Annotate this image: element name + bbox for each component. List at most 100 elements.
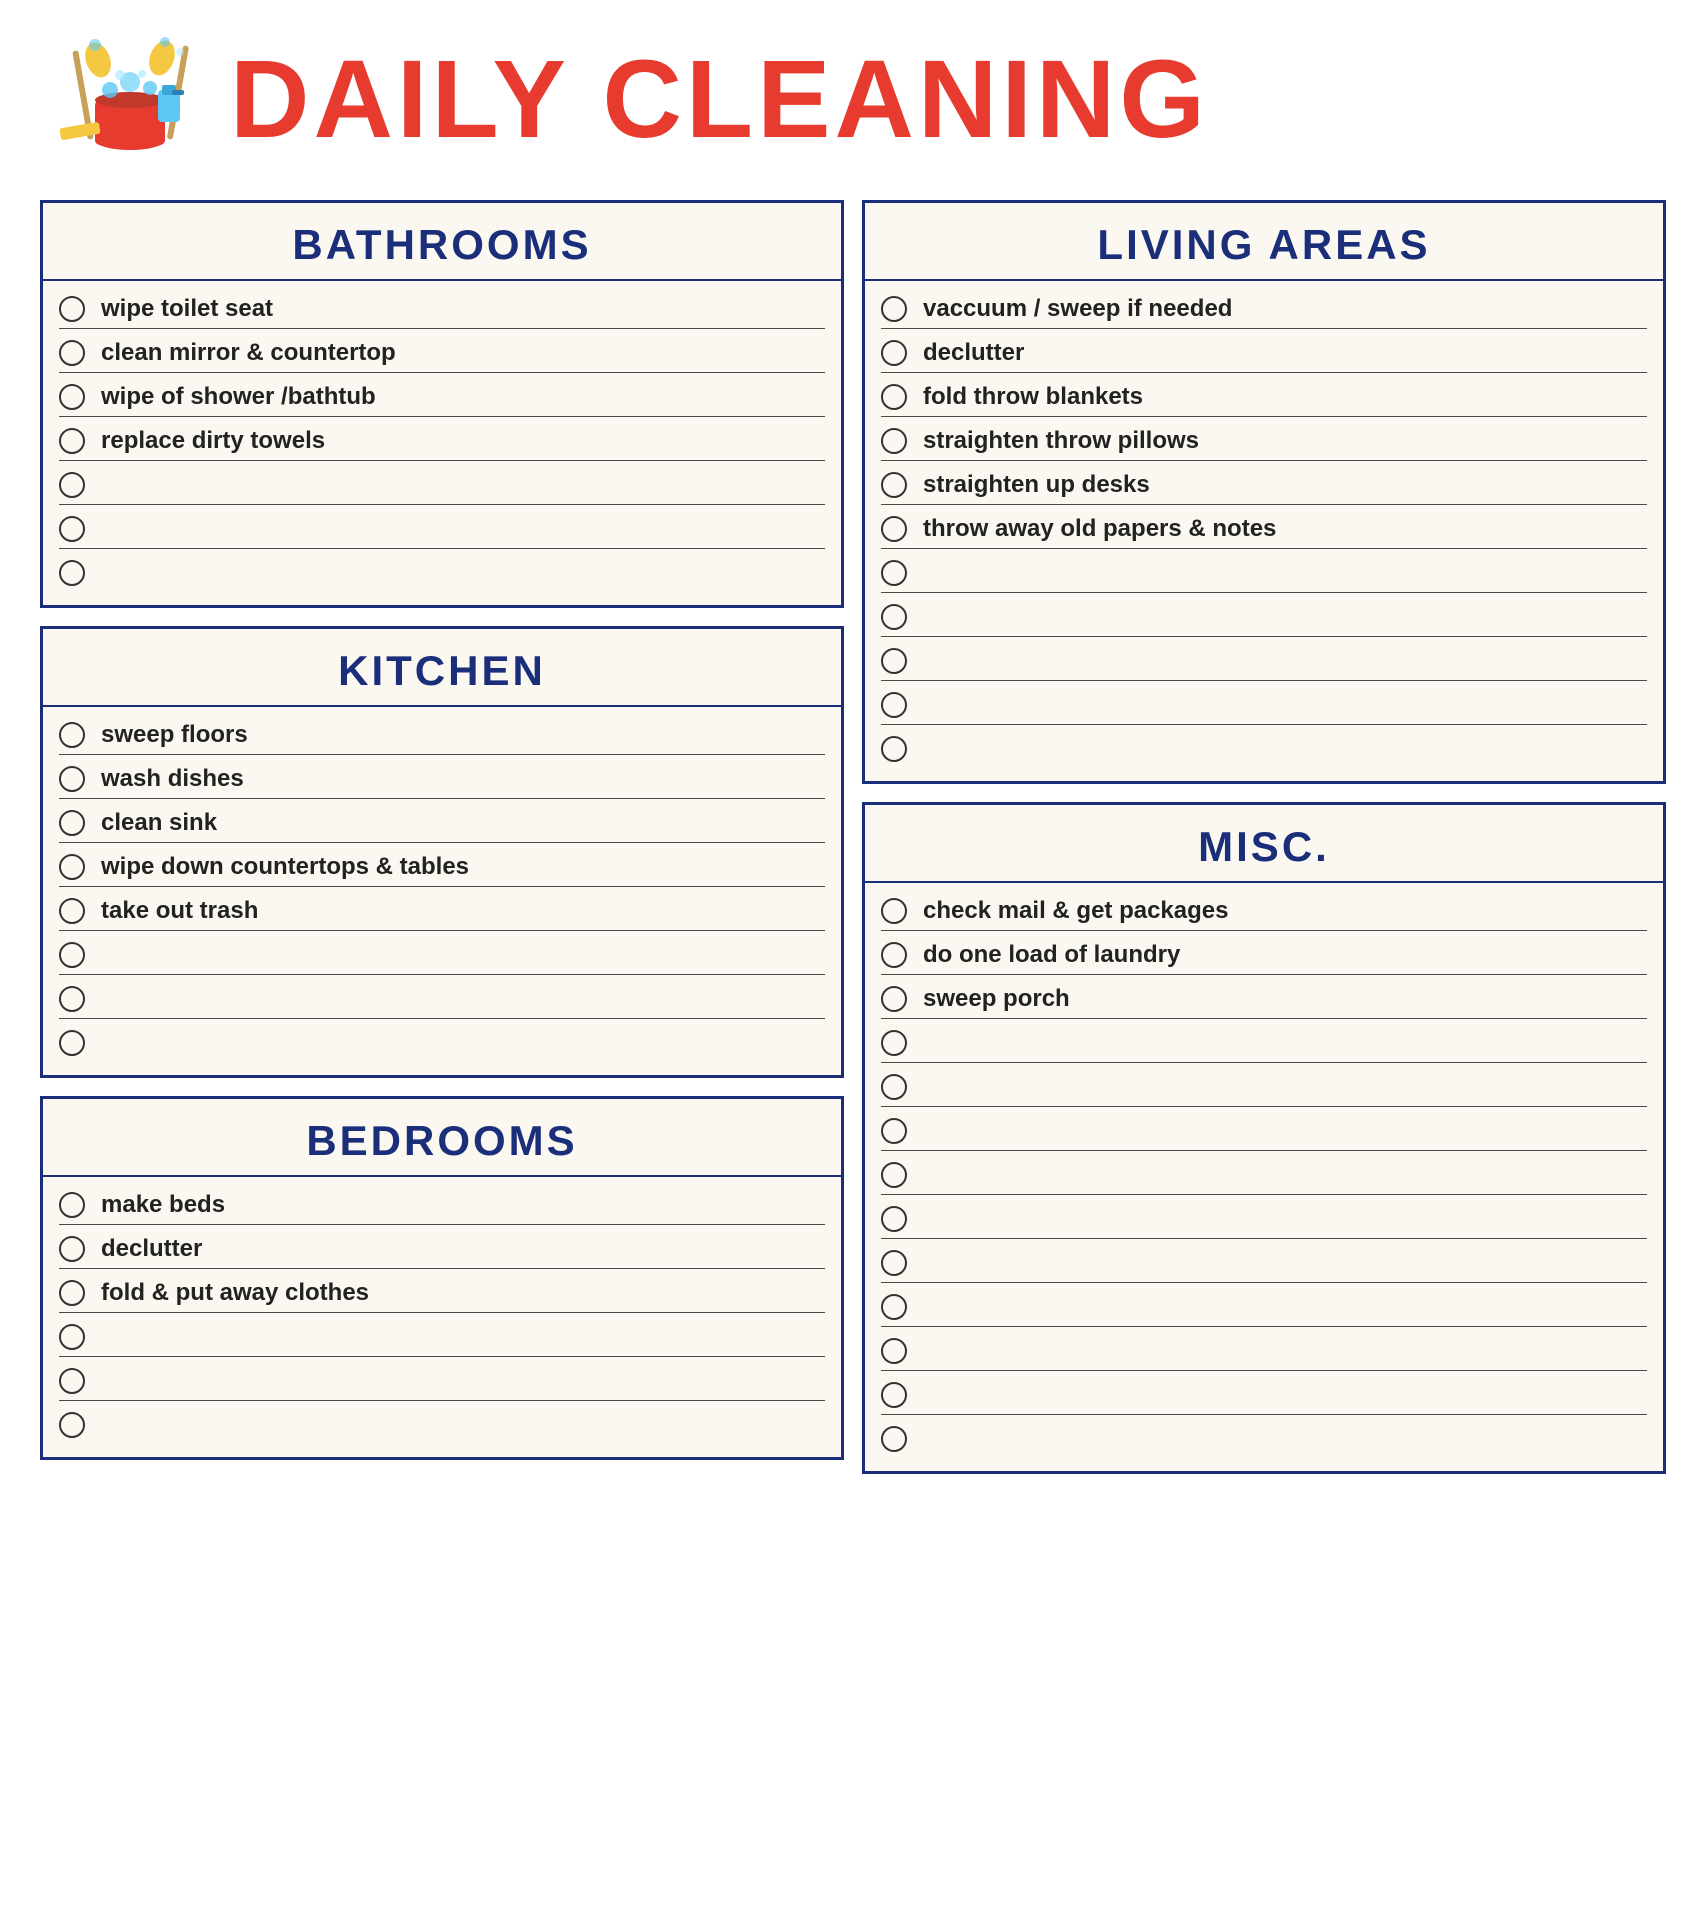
checkbox[interactable] <box>881 1118 907 1144</box>
empty-item[interactable] <box>59 1313 825 1357</box>
checkbox[interactable] <box>881 428 907 454</box>
checkbox[interactable] <box>881 648 907 674</box>
checkbox[interactable] <box>881 1426 907 1452</box>
checkbox[interactable] <box>881 1250 907 1276</box>
list-item[interactable]: straighten throw pillows <box>881 417 1647 461</box>
checkbox[interactable] <box>59 296 85 322</box>
list-item[interactable]: wash dishes <box>59 755 825 799</box>
checkbox[interactable] <box>59 1412 85 1438</box>
checkbox[interactable] <box>881 692 907 718</box>
checkbox[interactable] <box>881 1382 907 1408</box>
empty-item[interactable] <box>881 549 1647 593</box>
empty-item[interactable] <box>881 1327 1647 1371</box>
checkbox[interactable] <box>881 1074 907 1100</box>
bedrooms-title: BEDROOMS <box>43 1099 841 1175</box>
living-areas-list: vaccuum / sweep if needed declutter fold… <box>865 285 1663 769</box>
checkbox[interactable] <box>59 1030 85 1056</box>
list-item[interactable]: wipe of shower /bathtub <box>59 373 825 417</box>
empty-item[interactable] <box>881 1151 1647 1195</box>
empty-item[interactable] <box>881 725 1647 769</box>
empty-item[interactable] <box>59 1357 825 1401</box>
list-item[interactable]: straighten up desks <box>881 461 1647 505</box>
empty-item[interactable] <box>59 975 825 1019</box>
empty-item[interactable] <box>881 1063 1647 1107</box>
empty-item[interactable] <box>59 549 825 593</box>
list-item[interactable]: fold & put away clothes <box>59 1269 825 1313</box>
item-label: replace dirty towels <box>101 427 325 455</box>
empty-item[interactable] <box>881 1239 1647 1283</box>
checkbox[interactable] <box>59 898 85 924</box>
checkbox[interactable] <box>881 516 907 542</box>
checkbox[interactable] <box>881 340 907 366</box>
checkbox[interactable] <box>881 942 907 968</box>
empty-item[interactable] <box>881 1415 1647 1459</box>
list-item[interactable]: vaccuum / sweep if needed <box>881 285 1647 329</box>
checkbox[interactable] <box>881 1162 907 1188</box>
checkbox[interactable] <box>881 560 907 586</box>
checkbox[interactable] <box>59 1324 85 1350</box>
list-item[interactable]: throw away old papers & notes <box>881 505 1647 549</box>
checkbox[interactable] <box>881 1338 907 1364</box>
item-label: check mail & get packages <box>923 897 1228 925</box>
checkbox[interactable] <box>59 722 85 748</box>
empty-item[interactable] <box>59 931 825 975</box>
bedrooms-divider <box>43 1175 841 1177</box>
list-item[interactable]: sweep floors <box>59 711 825 755</box>
checkbox[interactable] <box>881 296 907 322</box>
misc-title: MISC. <box>865 805 1663 881</box>
checkbox[interactable] <box>881 986 907 1012</box>
checkbox[interactable] <box>881 1030 907 1056</box>
checkbox[interactable] <box>59 560 85 586</box>
list-item[interactable]: wipe down countertops & tables <box>59 843 825 887</box>
checkbox[interactable] <box>59 384 85 410</box>
item-label: declutter <box>923 339 1024 367</box>
checkbox[interactable] <box>881 898 907 924</box>
list-item[interactable]: fold throw blankets <box>881 373 1647 417</box>
checkbox[interactable] <box>881 472 907 498</box>
checkbox[interactable] <box>59 942 85 968</box>
checkbox[interactable] <box>59 428 85 454</box>
empty-item[interactable] <box>881 1195 1647 1239</box>
checkbox[interactable] <box>881 1206 907 1232</box>
empty-item[interactable] <box>59 461 825 505</box>
misc-section: MISC. check mail & get packages do one l… <box>862 802 1666 1474</box>
list-item[interactable]: take out trash <box>59 887 825 931</box>
list-item[interactable]: sweep porch <box>881 975 1647 1019</box>
checkbox[interactable] <box>881 736 907 762</box>
checkbox[interactable] <box>59 810 85 836</box>
list-item[interactable]: declutter <box>59 1225 825 1269</box>
checkbox[interactable] <box>881 384 907 410</box>
empty-item[interactable] <box>881 593 1647 637</box>
empty-item[interactable] <box>59 1401 825 1445</box>
empty-item[interactable] <box>59 505 825 549</box>
empty-item[interactable] <box>881 1371 1647 1415</box>
checkbox[interactable] <box>59 340 85 366</box>
checkbox[interactable] <box>59 986 85 1012</box>
empty-item[interactable] <box>881 681 1647 725</box>
list-item[interactable]: replace dirty towels <box>59 417 825 461</box>
empty-item[interactable] <box>881 637 1647 681</box>
list-item[interactable]: wipe toilet seat <box>59 285 825 329</box>
list-item[interactable]: clean mirror & countertop <box>59 329 825 373</box>
checkbox[interactable] <box>59 1192 85 1218</box>
list-item[interactable]: check mail & get packages <box>881 887 1647 931</box>
checkbox[interactable] <box>59 472 85 498</box>
list-item[interactable]: clean sink <box>59 799 825 843</box>
checkbox[interactable] <box>59 1280 85 1306</box>
empty-item[interactable] <box>59 1019 825 1063</box>
checkbox[interactable] <box>59 854 85 880</box>
list-item[interactable]: do one load of laundry <box>881 931 1647 975</box>
checkbox[interactable] <box>59 1236 85 1262</box>
list-item[interactable]: make beds <box>59 1181 825 1225</box>
checkbox[interactable] <box>59 1368 85 1394</box>
checkbox[interactable] <box>59 516 85 542</box>
empty-item[interactable] <box>881 1019 1647 1063</box>
checkbox[interactable] <box>59 766 85 792</box>
list-item[interactable]: declutter <box>881 329 1647 373</box>
empty-item[interactable] <box>881 1283 1647 1327</box>
checkbox[interactable] <box>881 1294 907 1320</box>
empty-item[interactable] <box>881 1107 1647 1151</box>
item-label: clean sink <box>101 809 217 837</box>
checkbox[interactable] <box>881 604 907 630</box>
item-label: sweep porch <box>923 985 1070 1013</box>
